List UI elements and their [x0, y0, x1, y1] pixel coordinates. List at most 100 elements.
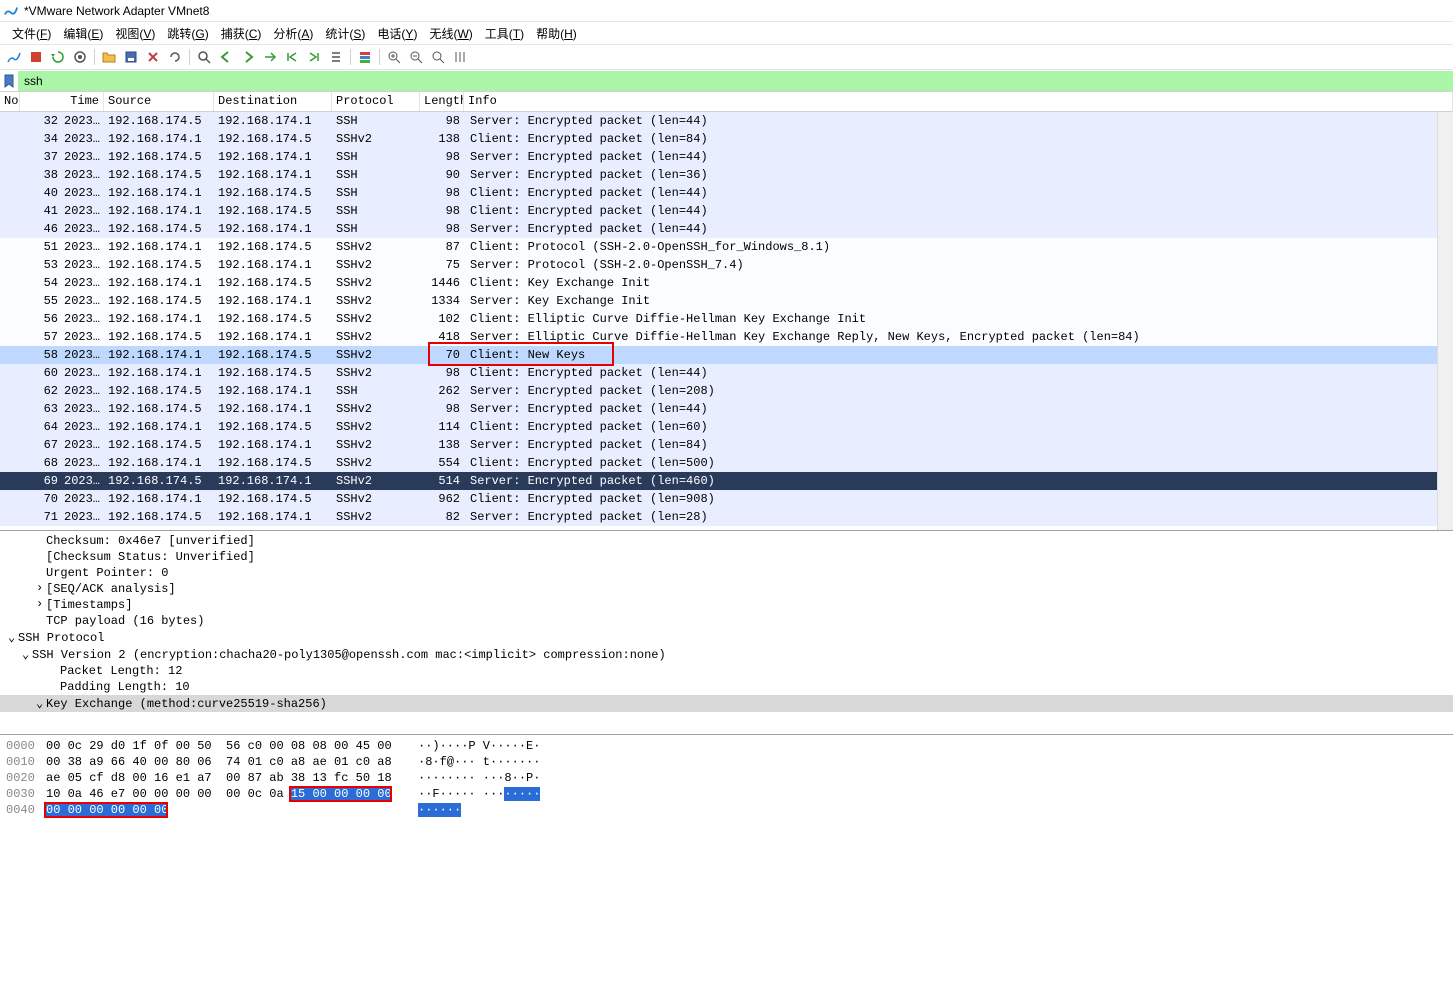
cell-protocol: SSHv2 [332, 420, 420, 434]
cell-source: 192.168.174.5 [104, 474, 214, 488]
column-destination[interactable]: Destination [214, 92, 332, 111]
cell-destination: 192.168.174.5 [214, 132, 332, 146]
packet-row[interactable]: 562023…192.168.174.1192.168.174.5SSHv210… [0, 310, 1453, 328]
column-source[interactable]: Source [104, 92, 214, 111]
column-no[interactable]: No. [0, 92, 20, 111]
zoom-out-icon[interactable] [406, 47, 426, 67]
menu-item[interactable]: 无线(W) [425, 23, 476, 44]
colorize-icon[interactable] [355, 47, 375, 67]
packet-row[interactable]: 372023…192.168.174.5192.168.174.1SSH98Se… [0, 148, 1453, 166]
hex-row[interactable]: 000000 0c 29 d0 1f 0f 00 50 56 c0 00 08 … [6, 739, 1447, 755]
detail-line[interactable]: Checksum: 0x46e7 [unverified] [0, 533, 1453, 549]
packet-list-header[interactable]: No. Time Source Destination Protocol Len… [0, 92, 1453, 112]
column-length[interactable]: Length [420, 92, 464, 111]
menubar[interactable]: 文件(F)编辑(E)视图(V)跳转(G)捕获(C)分析(A)统计(S)电话(Y)… [0, 22, 1453, 44]
cell-time: 2023… [60, 150, 104, 164]
packet-row[interactable]: 692023…192.168.174.5192.168.174.1SSHv251… [0, 472, 1453, 490]
column-time[interactable]: Time [20, 92, 104, 111]
packet-row[interactable]: 682023…192.168.174.1192.168.174.5SSHv255… [0, 454, 1453, 472]
cell-time: 2023… [60, 330, 104, 344]
hex-row[interactable]: 004000 00 00 00 00 00······ [6, 803, 1447, 819]
packet-row[interactable]: 322023…192.168.174.5192.168.174.1SSH98Se… [0, 112, 1453, 130]
menu-item[interactable]: 视图(V) [111, 23, 159, 44]
start-capture-icon[interactable] [4, 47, 24, 67]
reload-file-icon[interactable] [165, 47, 185, 67]
packet-row[interactable]: 342023…192.168.174.1192.168.174.5SSHv213… [0, 130, 1453, 148]
packet-row[interactable]: 532023…192.168.174.5192.168.174.1SSHv275… [0, 256, 1453, 274]
capture-options-icon[interactable] [70, 47, 90, 67]
cell-info: Client: Encrypted packet (len=908) [464, 492, 1453, 506]
menu-item[interactable]: 电话(Y) [373, 23, 421, 44]
stop-capture-icon[interactable] [26, 47, 46, 67]
packet-row[interactable]: 512023…192.168.174.1192.168.174.5SSHv287… [0, 238, 1453, 256]
cell-length: 98 [420, 186, 464, 200]
go-to-packet-icon[interactable] [260, 47, 280, 67]
close-file-icon[interactable] [143, 47, 163, 67]
menu-item[interactable]: 帮助(H) [532, 23, 581, 44]
menu-item[interactable]: 统计(S) [321, 23, 369, 44]
zoom-reset-icon[interactable] [428, 47, 448, 67]
cell-time: 2023… [60, 492, 104, 506]
restart-capture-icon[interactable] [48, 47, 68, 67]
cell-protocol: SSHv2 [332, 276, 420, 290]
go-forward-icon[interactable] [238, 47, 258, 67]
packet-row[interactable]: 672023…192.168.174.5192.168.174.1SSHv213… [0, 436, 1453, 454]
packet-row[interactable]: 702023…192.168.174.1192.168.174.5SSHv296… [0, 490, 1453, 508]
packet-list[interactable]: 322023…192.168.174.5192.168.174.1SSH98Se… [0, 112, 1453, 530]
detail-line[interactable]: TCP payload (16 bytes) [0, 613, 1453, 629]
packet-row[interactable]: 582023…192.168.174.1192.168.174.5SSHv270… [0, 346, 1453, 364]
open-file-icon[interactable] [99, 47, 119, 67]
filter-bookmark-icon[interactable] [2, 74, 16, 88]
packet-row[interactable]: 462023…192.168.174.5192.168.174.1SSH98Se… [0, 220, 1453, 238]
menu-item[interactable]: 编辑(E) [59, 23, 107, 44]
save-file-icon[interactable] [121, 47, 141, 67]
packet-row[interactable]: 632023…192.168.174.5192.168.174.1SSHv298… [0, 400, 1453, 418]
detail-line[interactable]: Packet Length: 12 [0, 663, 1453, 679]
scrollbar[interactable] [1437, 112, 1453, 530]
hex-row[interactable]: 0020ae 05 cf d8 00 16 e1 a7 00 87 ab 38 … [6, 771, 1447, 787]
menu-item[interactable]: 跳转(G) [163, 23, 212, 44]
cell-destination: 192.168.174.1 [214, 384, 332, 398]
detail-line[interactable]: SSH Protocol [0, 629, 1453, 646]
packet-row[interactable]: 642023…192.168.174.1192.168.174.5SSHv211… [0, 418, 1453, 436]
go-first-icon[interactable] [282, 47, 302, 67]
detail-line[interactable]: SSH Version 2 (encryption:chacha20-poly1… [0, 646, 1453, 663]
menu-item[interactable]: 文件(F) [8, 23, 55, 44]
packet-row[interactable]: 622023…192.168.174.5192.168.174.1SSH262S… [0, 382, 1453, 400]
detail-line[interactable]: Key Exchange (method:curve25519-sha256) [0, 695, 1453, 712]
go-last-icon[interactable] [304, 47, 324, 67]
column-info[interactable]: Info [464, 92, 1453, 111]
hex-row[interactable]: 003010 0a 46 e7 00 00 00 00 00 0c 0a 15 … [6, 787, 1447, 803]
find-packet-icon[interactable] [194, 47, 214, 67]
cell-length: 102 [420, 312, 464, 326]
packet-row[interactable]: 602023…192.168.174.1192.168.174.5SSHv298… [0, 364, 1453, 382]
cell-no: 55 [20, 294, 60, 308]
packet-row[interactable]: 552023…192.168.174.5192.168.174.1SSHv213… [0, 292, 1453, 310]
detail-line[interactable]: Urgent Pointer: 0 [0, 565, 1453, 581]
detail-line[interactable]: [SEQ/ACK analysis] [0, 581, 1453, 597]
menu-item[interactable]: 分析(A) [269, 23, 317, 44]
packet-bytes-pane[interactable]: 000000 0c 29 d0 1f 0f 00 50 56 c0 00 08 … [0, 734, 1453, 993]
packet-row[interactable]: 542023…192.168.174.1192.168.174.5SSHv214… [0, 274, 1453, 292]
cell-protocol: SSH [332, 150, 420, 164]
detail-line[interactable]: [Timestamps] [0, 597, 1453, 613]
detail-line[interactable]: Padding Length: 10 [0, 679, 1453, 695]
packet-row[interactable]: 712023…192.168.174.5192.168.174.1SSHv282… [0, 508, 1453, 526]
packet-details-pane[interactable]: Checksum: 0x46e7 [unverified][Checksum S… [0, 530, 1453, 734]
packet-row[interactable]: 412023…192.168.174.1192.168.174.5SSH98Cl… [0, 202, 1453, 220]
packet-row[interactable]: 402023…192.168.174.1192.168.174.5SSH98Cl… [0, 184, 1453, 202]
auto-scroll-icon[interactable] [326, 47, 346, 67]
column-protocol[interactable]: Protocol [332, 92, 420, 111]
menu-item[interactable]: 工具(T) [481, 23, 528, 44]
display-filter-input[interactable] [18, 71, 1453, 91]
hex-row[interactable]: 001000 38 a9 66 40 00 80 06 74 01 c0 a8 … [6, 755, 1447, 771]
cell-time: 2023… [60, 114, 104, 128]
packet-row[interactable]: 382023…192.168.174.5192.168.174.1SSH90Se… [0, 166, 1453, 184]
resize-columns-icon[interactable] [450, 47, 470, 67]
zoom-in-icon[interactable] [384, 47, 404, 67]
packet-row[interactable]: 572023…192.168.174.5192.168.174.1SSHv241… [0, 328, 1453, 346]
detail-line[interactable]: [Checksum Status: Unverified] [0, 549, 1453, 565]
cell-destination: 192.168.174.5 [214, 492, 332, 506]
go-back-icon[interactable] [216, 47, 236, 67]
menu-item[interactable]: 捕获(C) [217, 23, 266, 44]
